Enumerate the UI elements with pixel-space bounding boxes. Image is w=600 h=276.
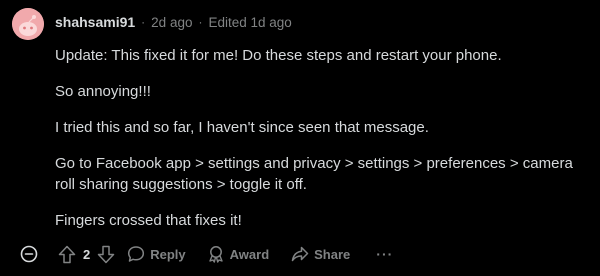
comment-body: Update: This fixed it for me! Do these s… bbox=[55, 45, 595, 246]
arrow-up-icon bbox=[58, 245, 76, 263]
username-link[interactable]: shahsami91 bbox=[55, 14, 135, 30]
more-options-button[interactable]: ··· bbox=[376, 246, 393, 262]
award-icon bbox=[208, 246, 223, 263]
reply-label: Reply bbox=[150, 246, 186, 262]
edited-label: Edited 1d ago bbox=[208, 14, 292, 30]
award-label: Award bbox=[229, 246, 270, 262]
upvote-button[interactable] bbox=[58, 245, 76, 264]
share-label: Share bbox=[314, 246, 351, 262]
minus-circle-icon bbox=[20, 245, 38, 263]
comment-paragraph: So annoying!!! bbox=[55, 83, 151, 100]
comment: shahsami91 · 2d ago · Edited 1d ago Upda… bbox=[0, 0, 600, 276]
reply-button[interactable]: Reply bbox=[127, 245, 186, 263]
avatar[interactable] bbox=[12, 8, 44, 40]
comment-paragraph: Fingers crossed that fixes it! bbox=[55, 212, 242, 229]
comment-paragraph: I tried this and so far, I haven't since… bbox=[55, 119, 429, 136]
timestamp[interactable]: 2d ago bbox=[151, 15, 192, 30]
share-button[interactable]: Share bbox=[291, 245, 350, 263]
downvote-button[interactable] bbox=[97, 245, 115, 264]
comment-paragraph: Update: This fixed it for me! Do these s… bbox=[55, 47, 502, 64]
speech-bubble-icon bbox=[128, 246, 145, 262]
snoo-avatar-icon bbox=[12, 8, 44, 40]
share-arrow-icon bbox=[291, 246, 309, 262]
meta-separator: · bbox=[198, 15, 203, 29]
comment-meta: shahsami91 · 2d ago · Edited 1d ago bbox=[55, 13, 292, 31]
vote-count: 2 bbox=[83, 246, 91, 262]
collapse-button[interactable] bbox=[20, 245, 38, 263]
comment-actions: 2 Reply Award Share ··· bbox=[20, 243, 393, 265]
arrow-down-icon bbox=[97, 245, 115, 263]
award-button[interactable]: Award bbox=[207, 245, 270, 263]
comment-paragraph: Go to Facebook app > settings and privac… bbox=[55, 155, 573, 193]
meta-separator: · bbox=[141, 15, 146, 29]
